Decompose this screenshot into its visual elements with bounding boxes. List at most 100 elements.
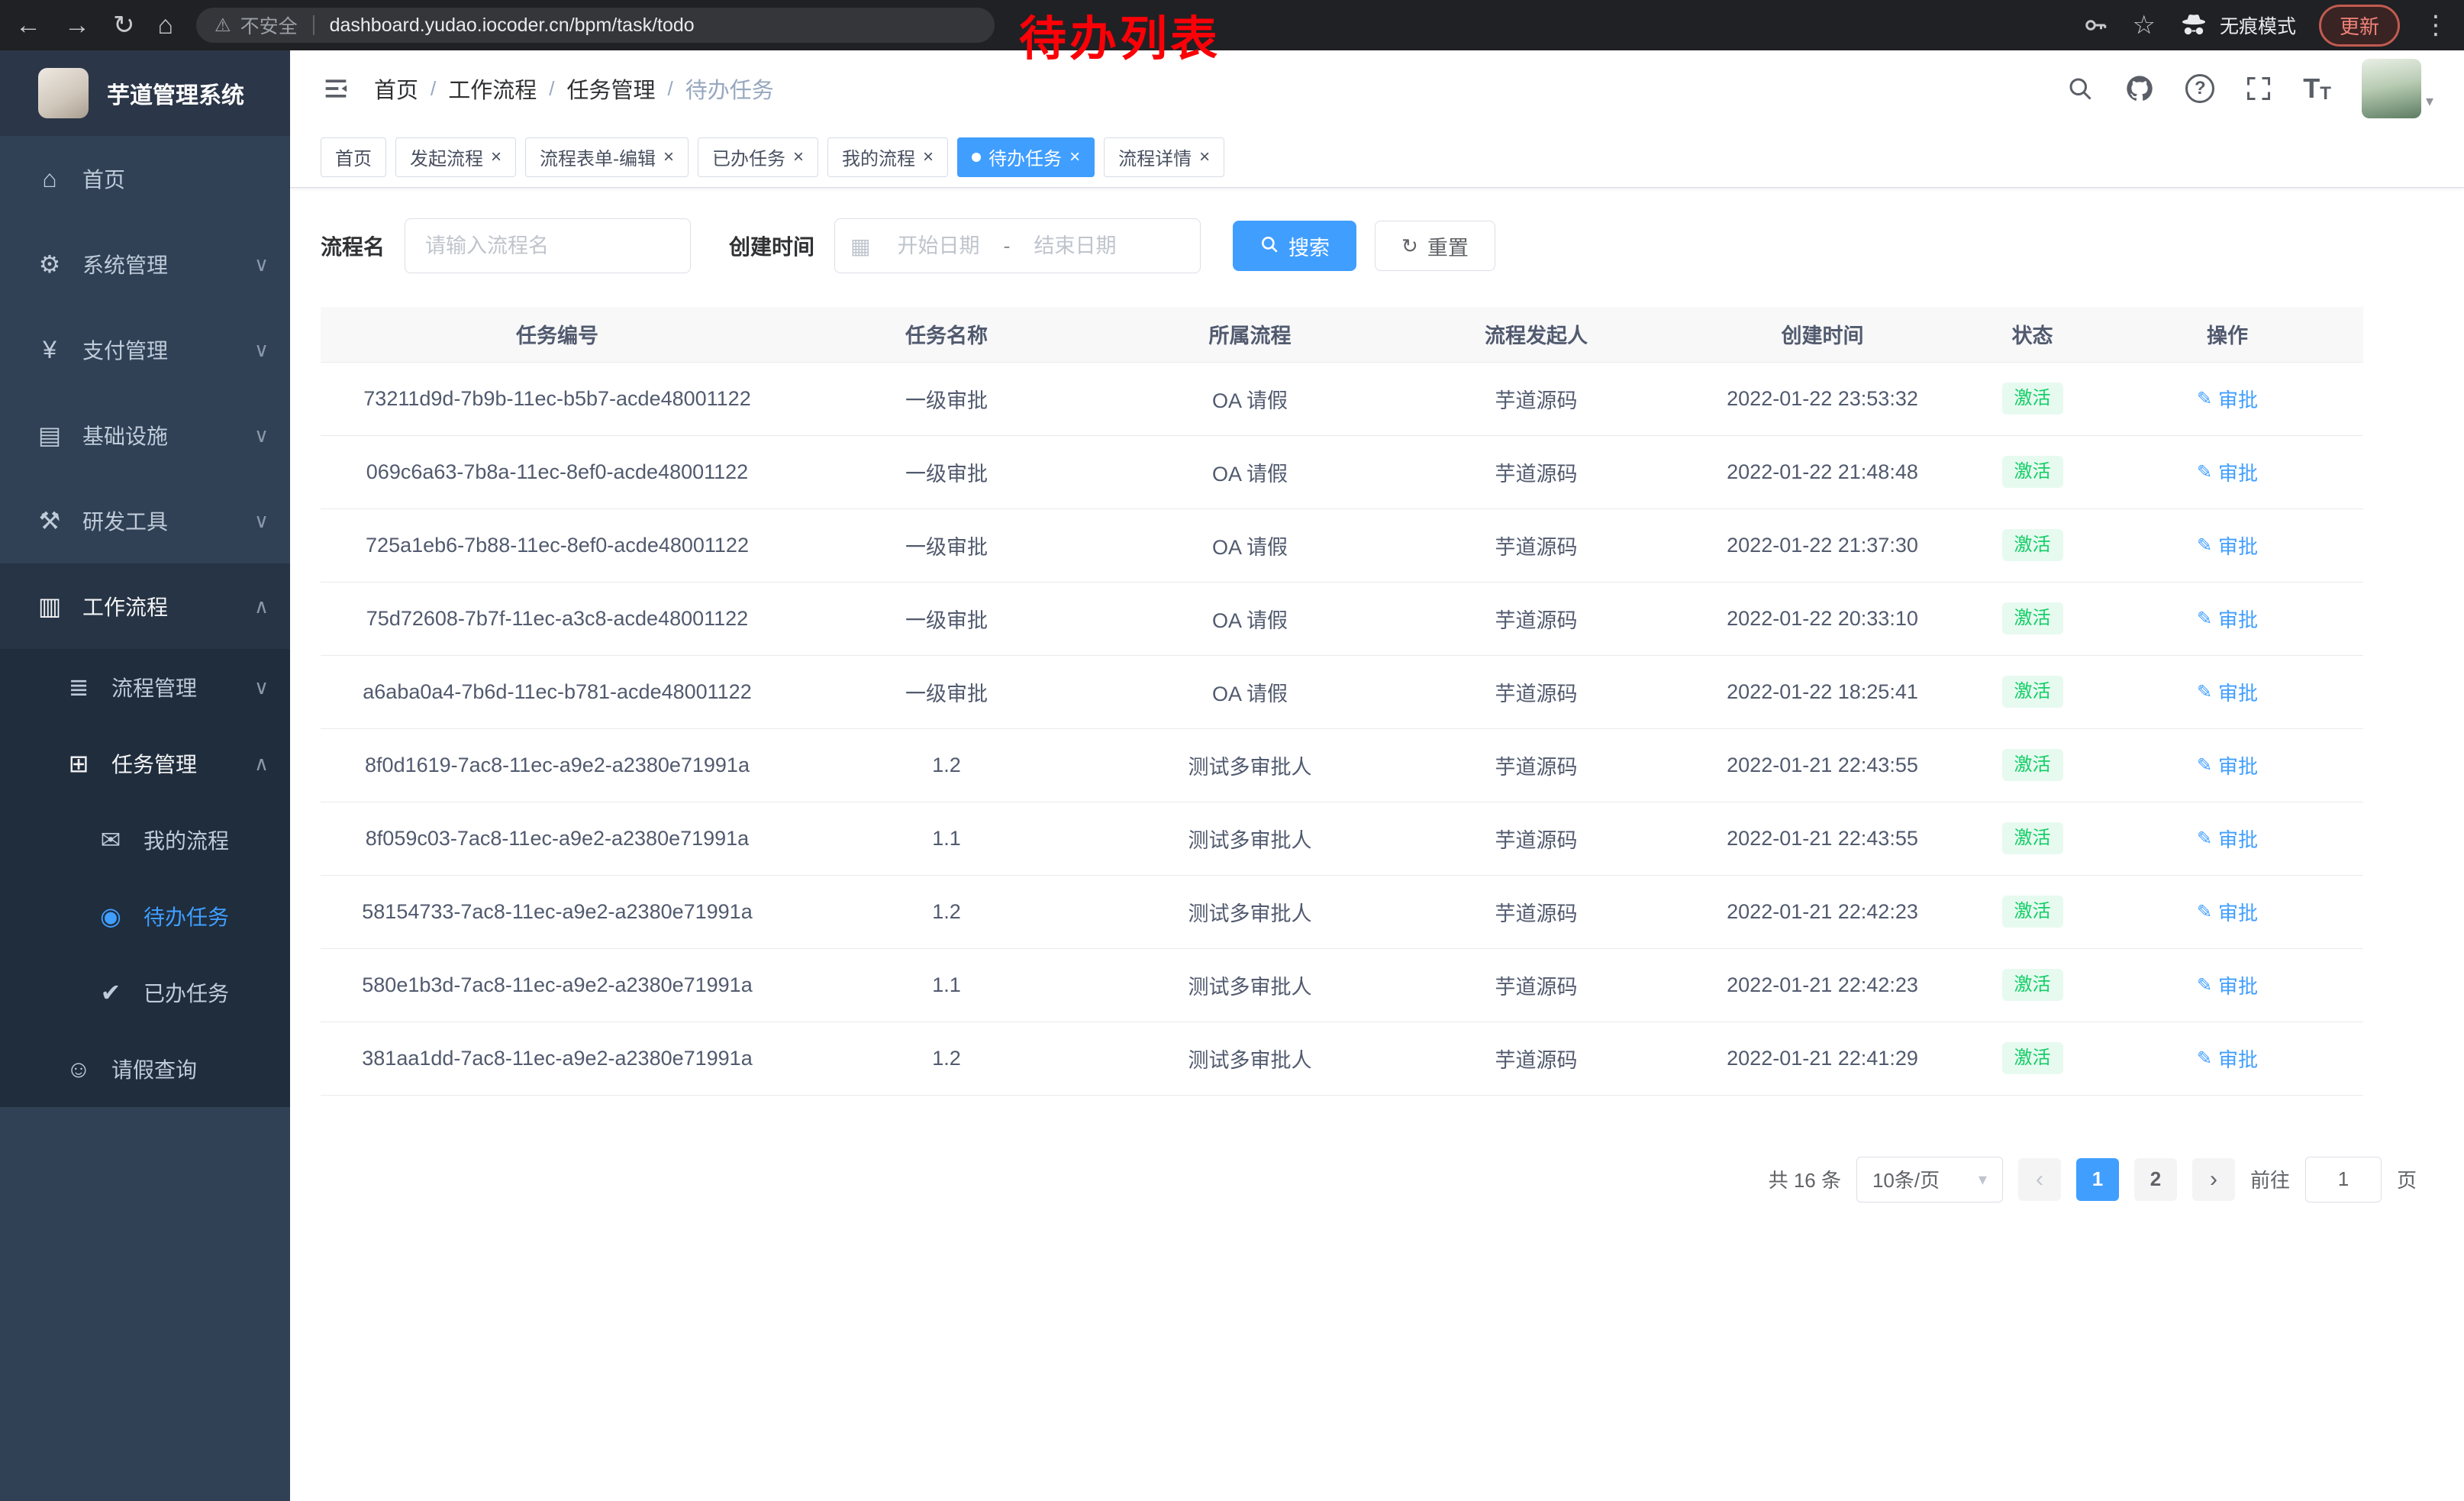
cell-process: 测试多审批人 — [1099, 1022, 1401, 1095]
reload-icon[interactable]: ↻ — [113, 12, 135, 38]
page-button-1[interactable]: 1 — [2076, 1158, 2119, 1201]
approve-link[interactable]: ✎审批 — [2197, 1044, 2258, 1073]
approve-link[interactable]: ✎审批 — [2197, 605, 2258, 633]
sidebar-item-label: 请假查询 — [111, 1054, 197, 1084]
cell-status: 激活 — [1973, 728, 2091, 802]
approve-label: 审批 — [2218, 458, 2258, 486]
approve-link[interactable]: ✎审批 — [2197, 678, 2258, 706]
sidebar-item-system-mgmt[interactable]: ⚙ 系统管理 ∨ — [0, 221, 290, 307]
breadcrumb: 首页 / 工作流程 / 任务管理 / 待办任务 — [374, 73, 774, 105]
tab-start-process[interactable]: 发起流程 × — [395, 137, 516, 177]
page-size-select[interactable]: 10条/页 ▾ — [1856, 1157, 2003, 1202]
tab-label: 待办任务 — [989, 144, 1062, 170]
next-page-button[interactable]: › — [2192, 1158, 2235, 1201]
incognito-label: 无痕模式 — [2220, 11, 2296, 39]
close-icon[interactable]: × — [793, 148, 804, 166]
breadcrumb-workflow[interactable]: 工作流程 — [448, 73, 537, 105]
approve-link[interactable]: ✎审批 — [2197, 531, 2258, 560]
approve-label: 审批 — [2218, 751, 2258, 780]
breadcrumb-task-mgmt[interactable]: 任务管理 — [567, 73, 656, 105]
search-button[interactable]: 搜索 — [1233, 221, 1356, 271]
back-icon[interactable]: ← — [15, 12, 41, 38]
goto-page-input[interactable] — [2305, 1157, 2382, 1202]
sidebar-item-payment-mgmt[interactable]: ¥ 支付管理 ∨ — [0, 307, 290, 392]
password-key-icon[interactable] — [2082, 11, 2109, 39]
edit-icon: ✎ — [2197, 534, 2212, 557]
user-avatar-wrap[interactable]: ▾ — [2362, 59, 2433, 118]
cell-initiator: 芋道源码 — [1401, 435, 1672, 508]
github-icon[interactable] — [2124, 73, 2155, 104]
avatar[interactable] — [2362, 59, 2421, 118]
table-row: 580e1b3d-7ac8-11ec-a9e2-a2380e71991a 1.1… — [321, 948, 2363, 1022]
total-count: 共 16 条 — [1769, 1165, 1841, 1193]
sidebar-item-done-tasks[interactable]: ✔ 已办任务 — [0, 954, 290, 1031]
close-icon[interactable]: × — [1069, 148, 1080, 166]
sidebar-item-my-process[interactable]: ✉ 我的流程 — [0, 802, 290, 878]
tab-todo-tasks[interactable]: 待办任务 × — [957, 137, 1095, 177]
browser-menu-icon[interactable]: ⋮ — [2423, 12, 2449, 38]
top-navbar: 首页 / 工作流程 / 任务管理 / 待办任务 — [290, 50, 2464, 127]
start-date-input[interactable] — [879, 234, 999, 258]
home-icon: ⌂ — [32, 165, 67, 193]
chevron-up-icon: ∧ — [254, 595, 269, 618]
breadcrumb-home[interactable]: 首页 — [374, 73, 418, 105]
edit-icon: ✎ — [2197, 974, 2212, 996]
edit-icon: ✎ — [2197, 754, 2212, 776]
status-badge: 激活 — [2002, 529, 2063, 561]
help-icon[interactable]: ? — [2185, 74, 2214, 103]
fullscreen-icon[interactable] — [2245, 75, 2272, 102]
sidebar-item-task-mgmt[interactable]: ⊞ 任务管理 ∧ — [0, 725, 290, 802]
bookmark-star-icon[interactable]: ☆ — [2132, 12, 2155, 38]
sidebar-item-todo-tasks[interactable]: ◉ 待办任务 — [0, 878, 290, 954]
tab-home[interactable]: 首页 — [321, 137, 386, 177]
update-button[interactable]: 更新 — [2319, 5, 2400, 47]
sidebar-item-dev-tools[interactable]: ⚒ 研发工具 ∨ — [0, 478, 290, 563]
prev-page-button[interactable]: ‹ — [2018, 1158, 2061, 1201]
reset-button[interactable]: ↻ 重置 — [1375, 221, 1495, 271]
close-icon[interactable]: × — [491, 148, 502, 166]
forward-icon[interactable]: → — [64, 12, 90, 38]
col-task-name: 任务名称 — [794, 307, 1099, 362]
edit-icon: ✎ — [2197, 681, 2212, 703]
close-icon[interactable]: × — [923, 148, 934, 166]
cell-status: 激活 — [1973, 362, 2091, 435]
cell-process: 测试多审批人 — [1099, 875, 1401, 948]
sidebar-item-infrastructure[interactable]: ▤ 基础设施 ∨ — [0, 392, 290, 478]
tab-my-process[interactable]: 我的流程 × — [827, 137, 948, 177]
col-status: 状态 — [1973, 307, 2091, 362]
sidebar-item-leave-query[interactable]: ☺ 请假查询 — [0, 1031, 290, 1107]
browser-home-icon[interactable]: ⌂ — [158, 12, 174, 38]
cell-create-time: 2022-01-21 22:42:23 — [1672, 948, 1973, 1022]
approve-link[interactable]: ✎审批 — [2197, 898, 2258, 926]
hamburger-icon[interactable] — [321, 73, 351, 104]
font-size-icon[interactable]: TT — [2303, 73, 2331, 105]
sidebar-item-label: 首页 — [82, 163, 125, 194]
approve-label: 审批 — [2218, 385, 2258, 413]
sidebar-item-home[interactable]: ⌂ 首页 — [0, 136, 290, 221]
end-date-input[interactable] — [1015, 234, 1136, 258]
address-bar[interactable]: ⚠ 不安全 dashboard.yudao.iocoder.cn/bpm/tas… — [196, 8, 995, 43]
cell-create-time: 2022-01-22 23:53:32 — [1672, 362, 1973, 435]
tab-done-tasks[interactable]: 已办任务 × — [698, 137, 818, 177]
page-button-2[interactable]: 2 — [2134, 1158, 2177, 1201]
search-icon[interactable] — [2066, 75, 2094, 102]
date-range-picker[interactable]: ▦ - — [834, 218, 1201, 273]
sidebar-item-workflow[interactable]: ▥ 工作流程 ∧ — [0, 563, 290, 649]
cell-initiator: 芋道源码 — [1401, 508, 1672, 582]
close-icon[interactable]: × — [1199, 148, 1210, 166]
status-badge: 激活 — [2002, 896, 2063, 928]
tab-process-detail[interactable]: 流程详情 × — [1104, 137, 1224, 177]
approve-link[interactable]: ✎审批 — [2197, 458, 2258, 486]
process-name-input[interactable] — [405, 218, 691, 273]
sidebar-item-process-mgmt[interactable]: ≣ 流程管理 ∨ — [0, 649, 290, 725]
close-icon[interactable]: × — [663, 148, 674, 166]
cell-process: 测试多审批人 — [1099, 948, 1401, 1022]
approve-link[interactable]: ✎审批 — [2197, 825, 2258, 853]
cell-task-id: 75d72608-7b7f-11ec-a3c8-acde48001122 — [321, 582, 794, 655]
edit-icon: ✎ — [2197, 608, 2212, 630]
logo-row[interactable]: 芋道管理系统 — [0, 50, 290, 136]
approve-link[interactable]: ✎审批 — [2197, 971, 2258, 999]
tab-form-edit[interactable]: 流程表单-编辑 × — [525, 137, 689, 177]
approve-link[interactable]: ✎ 审批 — [2197, 751, 2258, 780]
approve-link[interactable]: ✎审批 — [2197, 385, 2258, 413]
